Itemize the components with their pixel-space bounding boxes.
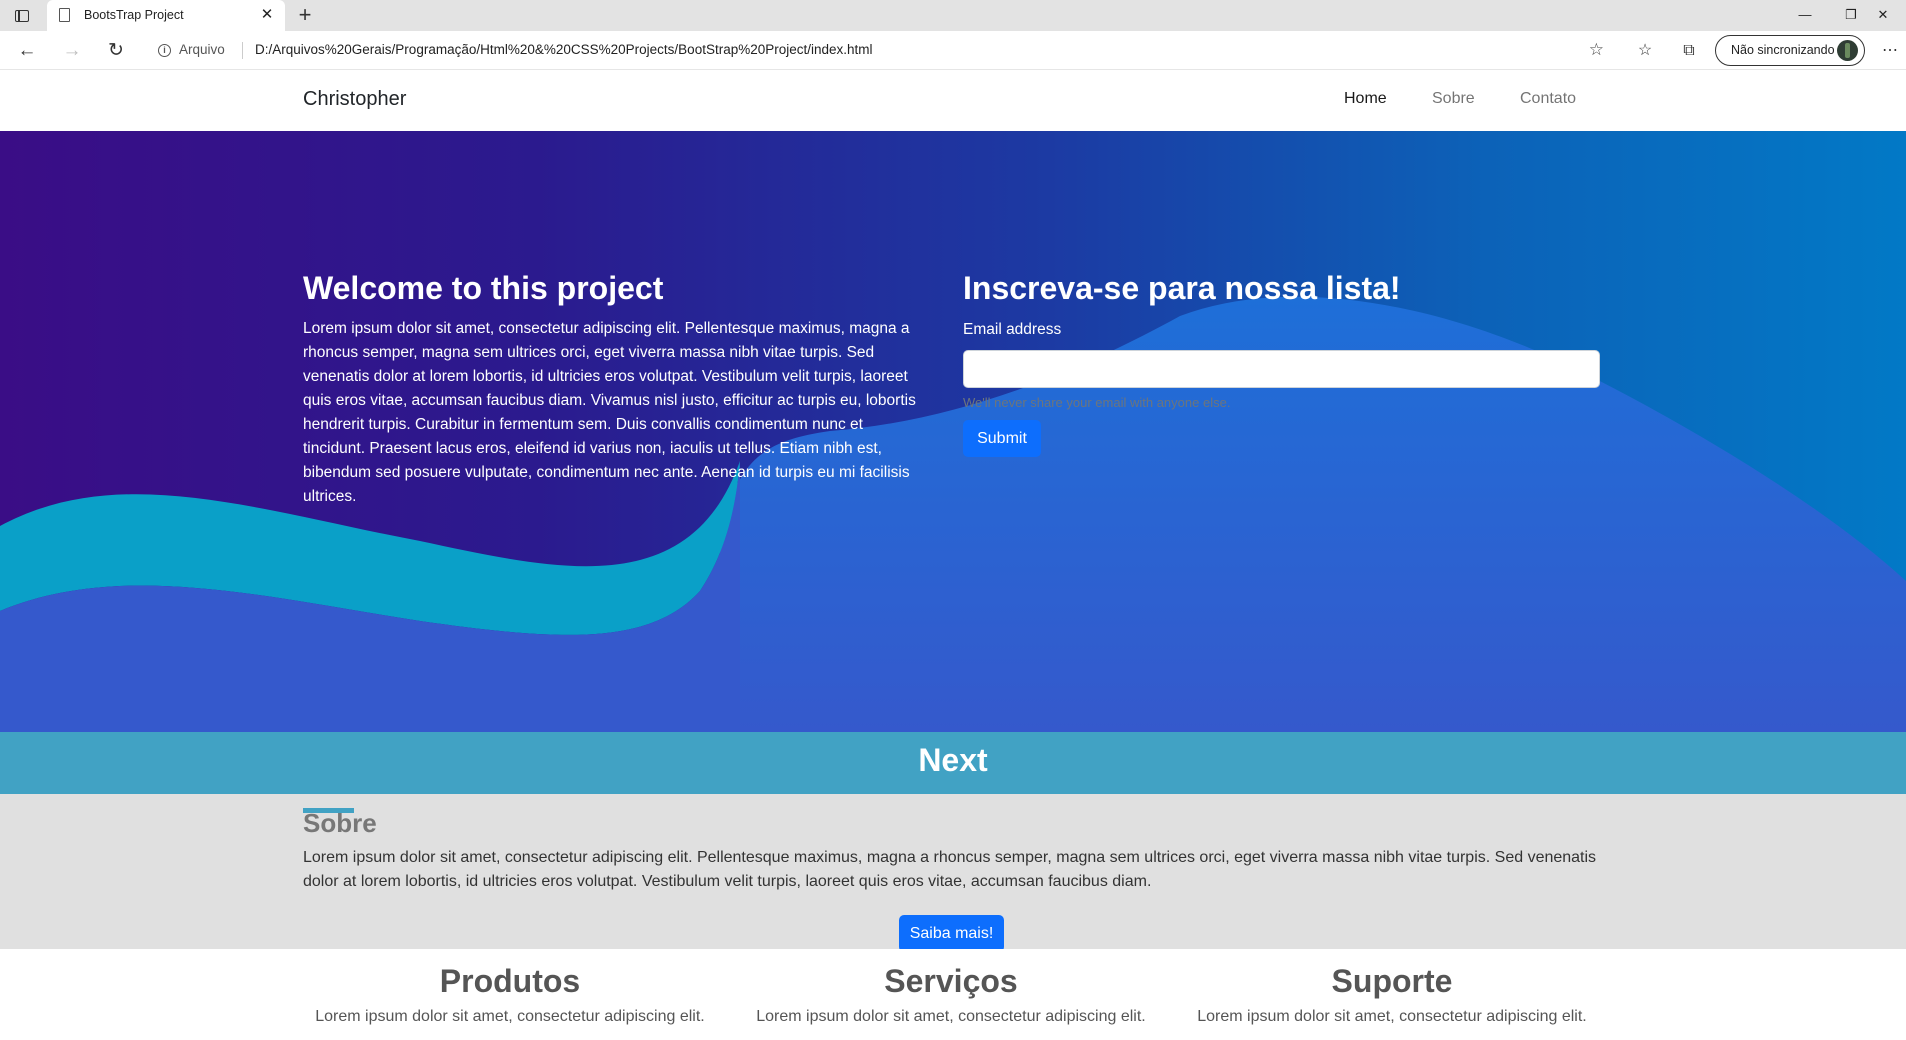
- tab-close-icon[interactable]: ✕: [257, 5, 277, 25]
- info-icon[interactable]: i: [158, 44, 171, 57]
- forward-button[interactable]: →: [58, 37, 86, 65]
- signup-title: Inscreva-se para nossa lista!: [963, 270, 1401, 306]
- service-servicos: Serviços Lorem ipsum dolor sit amet, con…: [731, 949, 1171, 1026]
- nav-home[interactable]: Home: [1344, 90, 1387, 108]
- avatar: [1837, 40, 1858, 61]
- web-page: Christopher Home Sobre Contato Welcome t…: [0, 71, 1906, 1040]
- address-url[interactable]: D:/Arquivos%20Gerais/Programação/Html%20…: [255, 42, 873, 57]
- services-section: Produtos Lorem ipsum dolor sit amet, con…: [0, 949, 1906, 1040]
- about-text: Lorem ipsum dolor sit amet, consectetur …: [303, 849, 1597, 890]
- service-text: Lorem ipsum dolor sit amet, consectetur …: [315, 1008, 705, 1025]
- tab-actions-icon[interactable]: [12, 7, 32, 25]
- next-title: Next: [918, 742, 988, 778]
- hero-text: Lorem ipsum dolor sit amet, consectetur …: [303, 320, 916, 505]
- hero-wave-background: [0, 296, 1906, 732]
- favorites-icon[interactable]: ☆: [1632, 38, 1658, 64]
- tab-title: BootsTrap Project: [84, 8, 184, 22]
- browser-tab[interactable]: BootsTrap Project ✕: [47, 0, 285, 31]
- profile-label: Não sincronizando: [1731, 43, 1835, 57]
- browser-toolbar: ← → ↻ i Arquivo D:/Arquivos%20Gerais/Pro…: [0, 31, 1906, 70]
- about-section: Sobre Lorem ipsum dolor sit amet, consec…: [0, 794, 1906, 952]
- email-help-text: We'll never share your email with anyone…: [963, 395, 1231, 410]
- hero-section: Welcome to this project Lorem ipsum dolo…: [0, 131, 1906, 732]
- service-title: Suporte: [1331, 963, 1453, 999]
- new-tab-button[interactable]: +: [292, 3, 318, 29]
- page-icon: [59, 8, 70, 22]
- service-title: Produtos: [439, 963, 581, 999]
- address-divider: [242, 42, 243, 59]
- service-produtos: Produtos Lorem ipsum dolor sit amet, con…: [290, 949, 730, 1026]
- email-label: Email address: [963, 321, 1062, 338]
- email-field[interactable]: [963, 350, 1600, 388]
- back-button[interactable]: ←: [13, 37, 41, 65]
- profile-button[interactable]: Não sincronizando: [1715, 35, 1865, 66]
- add-favorite-icon[interactable]: ☆: [1589, 40, 1604, 60]
- learn-more-button[interactable]: Saiba mais!: [899, 915, 1004, 952]
- next-section: Next: [0, 732, 1906, 794]
- service-suporte: Suporte Lorem ipsum dolor sit amet, cons…: [1172, 949, 1612, 1026]
- nav-contato[interactable]: Contato: [1520, 90, 1576, 108]
- service-title: Serviços: [884, 963, 1018, 999]
- service-text: Lorem ipsum dolor sit amet, consectetur …: [756, 1008, 1146, 1025]
- close-window-button[interactable]: ✕: [1860, 4, 1906, 26]
- minimize-button[interactable]: —: [1782, 4, 1828, 26]
- site-navbar: Christopher Home Sobre Contato: [0, 71, 1906, 131]
- address-bar[interactable]: i Arquivo D:/Arquivos%20Gerais/Programaç…: [144, 35, 1614, 66]
- reload-button[interactable]: ↻: [102, 37, 130, 65]
- hero-title: Welcome to this project: [303, 270, 664, 306]
- browser-tab-bar: BootsTrap Project ✕ + — ❐ ✕: [0, 0, 1906, 31]
- submit-button[interactable]: Submit: [963, 420, 1041, 457]
- address-scheme: Arquivo: [179, 42, 225, 57]
- about-title: Sobre: [303, 808, 377, 838]
- more-icon[interactable]: ⋯: [1877, 38, 1903, 64]
- nav-sobre[interactable]: Sobre: [1432, 90, 1475, 108]
- brand-link[interactable]: Christopher: [303, 88, 406, 111]
- service-text: Lorem ipsum dolor sit amet, consectetur …: [1197, 1008, 1587, 1025]
- collections-icon[interactable]: ⧉: [1676, 38, 1702, 64]
